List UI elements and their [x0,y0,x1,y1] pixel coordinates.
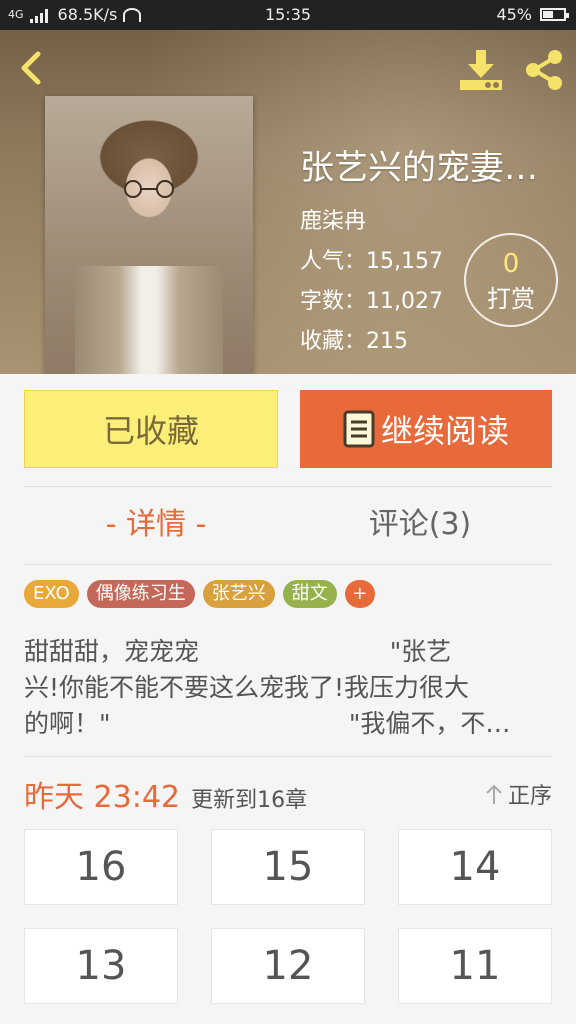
chapter-button[interactable]: 16 [24,829,178,905]
description-line: 兴!你能不能不要这么宠我了!我压力很大 [24,673,470,702]
book-title: 张艺兴的宠妻… [300,148,538,188]
tab-bar: - 详情 - 评论(3) [24,486,552,564]
download-icon [460,50,502,90]
continue-reading-label: 继续阅读 [380,412,509,450]
description-line: 甜甜甜，宠宠宠 "张艺 [24,637,452,666]
tag-list: EXO 偶像练习生 张艺兴 甜文 + [24,580,375,608]
status-bar: 4G 68.5K/s 15:35 45% [0,0,576,30]
share-icon [526,50,562,90]
battery-icon [540,8,569,21]
add-tag-button[interactable]: + [344,580,375,608]
book-icon [343,410,375,448]
reward-button[interactable]: 0 打赏 [464,233,558,327]
word-count-label: 字数： [300,289,367,314]
tag-exo[interactable]: EXO [24,580,79,608]
tag-sweet[interactable]: 甜文 [282,580,337,608]
sort-label: 正序 [507,784,552,809]
favorites-label: 收藏： [300,329,367,354]
update-time: 昨天 23:42 [24,780,180,815]
update-info: 昨天 23:42 更新到16章 正序 [24,772,552,815]
cover-glasses-detail [124,180,174,198]
continue-reading-button[interactable]: 继续阅读 [300,390,552,468]
description-line: 的啊！" "我偏不，不… [24,709,511,738]
favorites-stat: 收藏：215 [300,323,560,355]
tag-zhang-yixing[interactable]: 张艺兴 [202,580,275,608]
tab-detail[interactable]: - 详情 - [24,486,288,564]
arrow-up-icon [486,784,502,804]
popularity-value: 15,157 [366,249,443,274]
chapter-button[interactable]: 14 [398,829,552,905]
book-author[interactable]: 鹿柒冉 [300,203,560,235]
cover-jacket-detail [75,266,223,374]
chapter-button[interactable]: 12 [211,928,365,1004]
book-cover[interactable] [45,96,253,374]
update-label: 更新到16章 [191,788,308,813]
back-button[interactable] [14,48,50,88]
favorites-value: 215 [366,329,409,354]
download-button[interactable] [458,48,504,92]
share-button[interactable] [522,48,566,92]
divider [24,756,552,757]
tab-comments[interactable]: 评论(3) [288,486,552,564]
clock: 15:35 [264,5,312,24]
chapter-button[interactable]: 15 [211,829,365,905]
divider [24,564,552,565]
reward-label: 打赏 [487,285,535,313]
word-count-value: 11,027 [366,289,443,314]
sort-toggle[interactable]: 正序 [484,778,552,810]
chapter-button[interactable]: 13 [24,928,178,1004]
book-description[interactable]: 甜甜甜，宠宠宠 "张艺 兴!你能不能不要这么宠我了!我压力很大 的啊！" "我偏… [24,634,552,742]
book-header: 4G 68.5K/s 15:35 45% 张艺兴的宠妻… 鹿柒冉 人气：15,1… [0,0,576,374]
battery-percent: 45% [496,5,532,24]
tag-idol-producer[interactable]: 偶像练习生 [86,580,195,608]
favorited-button[interactable]: 已收藏 [24,390,278,468]
chevron-left-icon [21,51,41,85]
reward-count: 0 [502,249,520,279]
popularity-label: 人气： [300,249,367,274]
chapter-button[interactable]: 11 [398,928,552,1004]
